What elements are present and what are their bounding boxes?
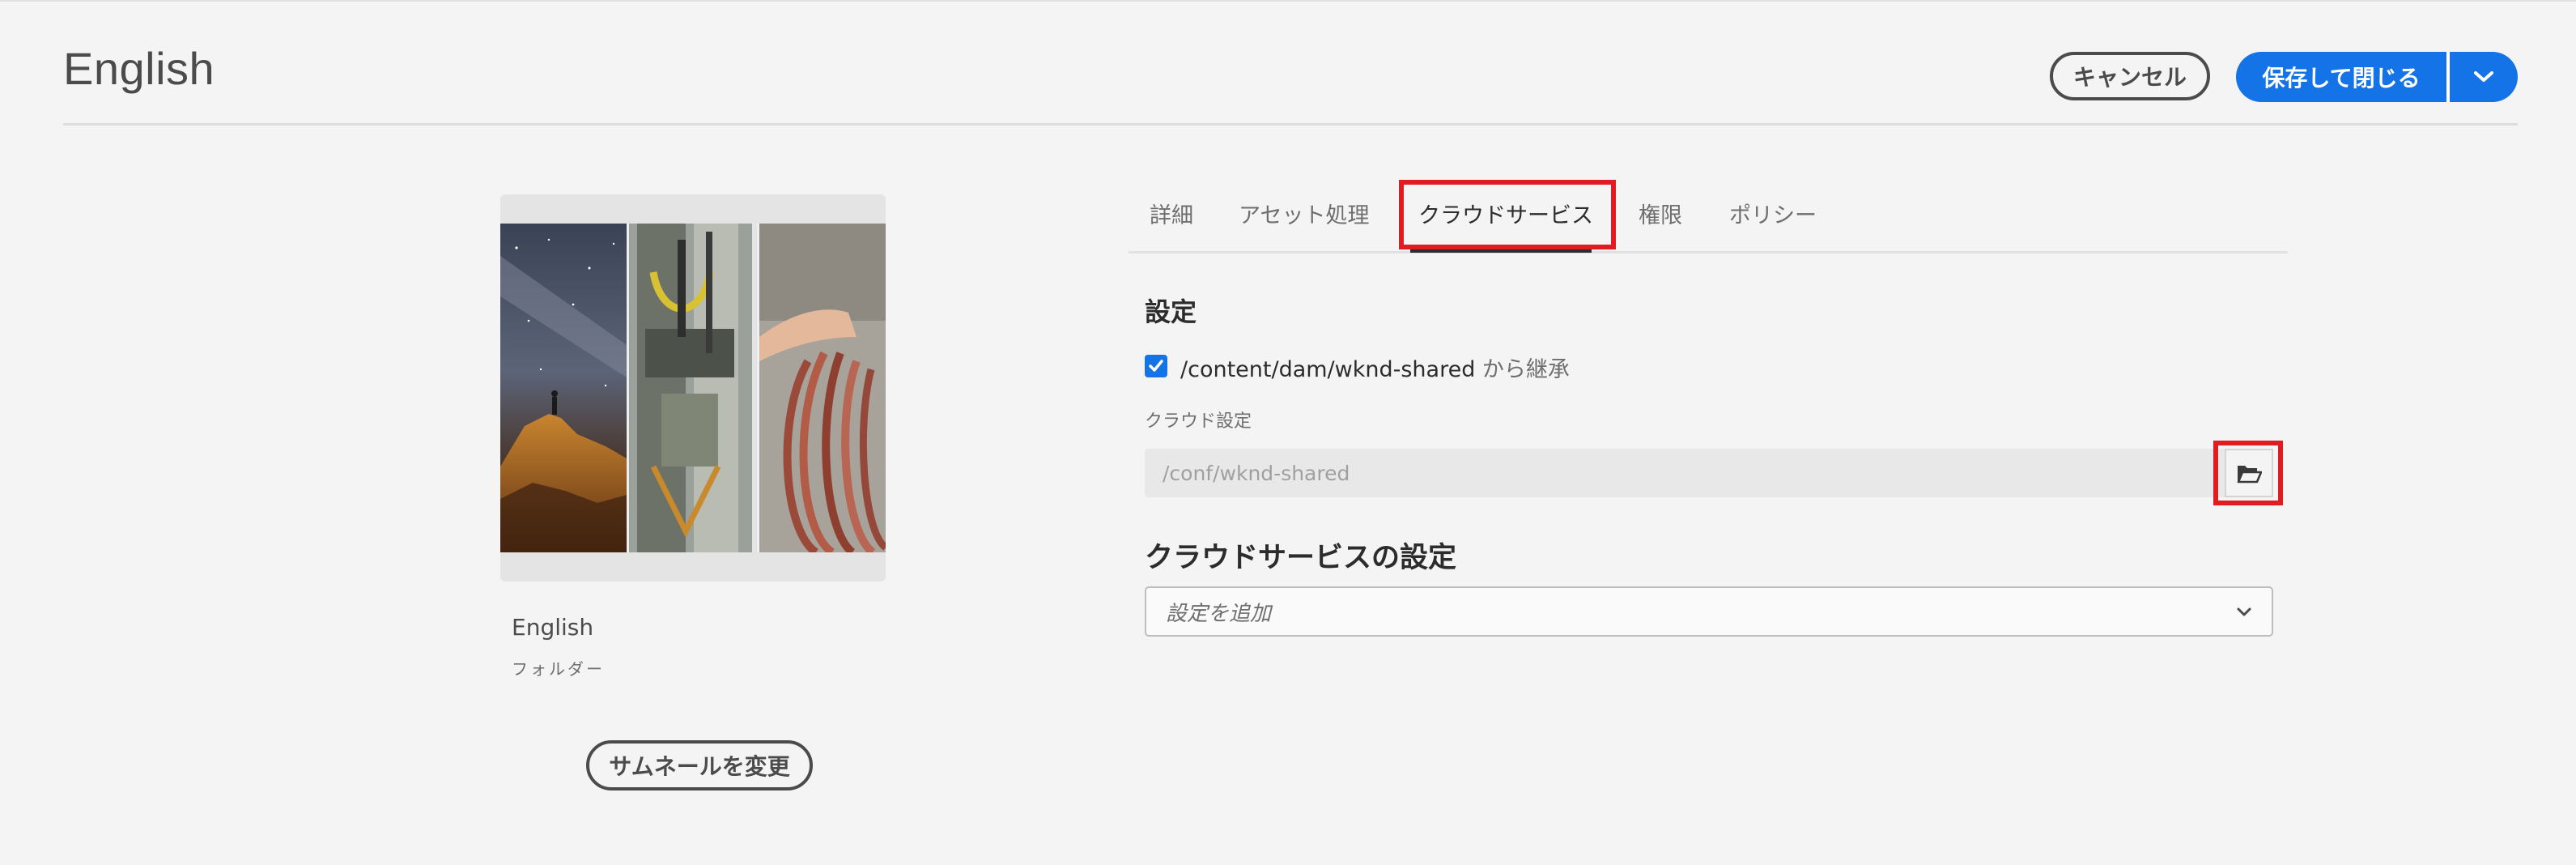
add-config-dropdown[interactable]: 設定を追加 bbox=[1145, 586, 2273, 637]
highlight-box-cloud-services-tab bbox=[1399, 180, 1616, 249]
tab-policies[interactable]: ポリシー bbox=[1729, 198, 1817, 229]
tab-permissions[interactable]: 権限 bbox=[1639, 198, 1682, 229]
cloud-config-field[interactable]: /conf/wknd-shared bbox=[1145, 449, 2225, 497]
asset-name: English bbox=[512, 614, 594, 641]
cloud-config-label: クラウド設定 bbox=[1145, 411, 1252, 432]
cloud-services-config-heading: クラウドサービスの設定 bbox=[1145, 542, 1457, 574]
change-thumbnail-button[interactable]: サムネールを変更 bbox=[586, 740, 813, 790]
inherit-suffix: から継承 bbox=[1475, 357, 1570, 382]
inherit-checkbox[interactable] bbox=[1145, 355, 1167, 377]
save-options-button[interactable] bbox=[2450, 52, 2518, 102]
inherit-path: /content/dam/wknd-shared bbox=[1180, 357, 1476, 382]
tab-asset-processing[interactable]: アセット処理 bbox=[1239, 198, 1369, 229]
header-divider bbox=[63, 123, 2518, 126]
add-config-placeholder: 設定を追加 bbox=[1166, 601, 1272, 626]
page-title: English bbox=[63, 43, 215, 94]
thumbnail-night-sky-image bbox=[500, 224, 627, 552]
tab-details[interactable]: 詳細 bbox=[1150, 198, 1193, 229]
inherit-label: /content/dam/wknd-shared から継承 bbox=[1180, 352, 1570, 383]
top-border bbox=[0, 0, 2576, 2]
checkmark-icon bbox=[1149, 360, 1163, 372]
thumbnail-backpack-image bbox=[627, 224, 759, 552]
chevron-down-icon bbox=[2474, 71, 2493, 82]
thumbnail-rope-image bbox=[759, 224, 886, 552]
highlight-box-browse-button bbox=[2213, 441, 2283, 505]
save-and-close-button[interactable]: 保存して閉じる bbox=[2236, 52, 2446, 102]
folder-thumbnail bbox=[500, 224, 886, 552]
asset-type: フォルダー bbox=[512, 659, 605, 679]
tabs-divider bbox=[1129, 251, 2288, 254]
cancel-button[interactable]: キャンセル bbox=[2050, 52, 2210, 100]
settings-heading: 設定 bbox=[1145, 296, 1197, 327]
chevron-down-icon bbox=[2237, 607, 2251, 616]
